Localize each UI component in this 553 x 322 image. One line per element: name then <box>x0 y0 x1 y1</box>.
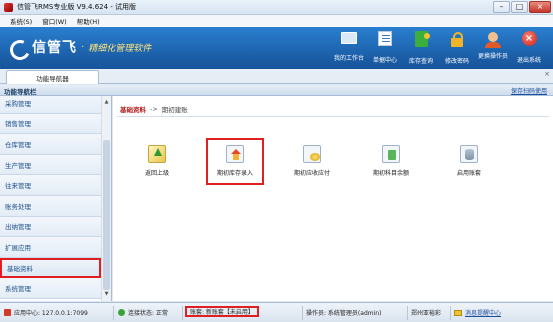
breadcrumb-divider <box>117 116 549 117</box>
header-banner: 信管飞 · 精细化管理软件 我的工作台 单据中心 库存查询 修改密码 更换操作员… <box>0 27 553 69</box>
main-toolbar: 我的工作台 单据中心 库存查询 修改密码 更换操作员 × 退出系统 <box>331 29 547 65</box>
maximize-button[interactable]: □ <box>511 1 528 13</box>
menu-window[interactable]: 窗口(W) <box>42 16 67 26</box>
tile-label: 期初应收应付 <box>293 170 330 177</box>
minimize-button[interactable]: – <box>493 1 510 13</box>
status-message-center[interactable]: 消息提醒中心 <box>454 308 501 317</box>
tile-label: 启用账套 <box>456 170 481 177</box>
back-to-parent-tile[interactable]: 返回上级 <box>130 140 184 182</box>
breadcrumb: 基础资料 -> 期初建账 <box>120 104 188 114</box>
sidebar-item-purchase[interactable]: 采购管理 <box>0 96 101 114</box>
title-bar: 信管飞RMS专业版 V9.4.624 - 试用版 – □ × <box>0 0 553 15</box>
opening-inventory-entry-tile[interactable]: 期初库存录入 <box>206 138 264 185</box>
menu-help[interactable]: 帮助(H) <box>77 16 100 26</box>
brand-name: 信管飞 <box>32 40 77 56</box>
tool-label: 库存查询 <box>408 58 433 65</box>
warehouse-home-icon <box>226 145 244 163</box>
breadcrumb-current: 期初建账 <box>161 106 188 114</box>
nav-header-title: 功能导航栏 <box>4 88 37 96</box>
window-controls: – □ × <box>493 1 551 13</box>
app-center-icon <box>4 309 11 316</box>
status-divider <box>450 306 451 320</box>
scroll-thumb[interactable] <box>103 140 110 290</box>
document-center-button[interactable]: 单据中心 <box>367 29 403 65</box>
change-password-button[interactable]: 修改密码 <box>439 29 475 65</box>
lock-icon <box>451 32 463 47</box>
sidebar-scrollbar[interactable]: ▲ ▼ <box>101 96 111 301</box>
status-divider <box>182 306 183 320</box>
brand-tagline: 精细化管理软件 <box>88 43 152 54</box>
opening-receivables-payables-tile[interactable]: 期初应收应付 <box>285 140 339 182</box>
menu-bar: 系统(S) 窗口(W) 帮助(H) <box>0 15 553 27</box>
opening-account-balance-tile[interactable]: 期初科目余额 <box>364 140 418 182</box>
tile-label: 期初库存录入 <box>216 170 253 177</box>
tile-label: 期初科目余额 <box>372 170 409 177</box>
sidebar-item-production[interactable]: 生产管理 <box>0 154 101 176</box>
inventory-book-icon <box>414 31 430 47</box>
sidebar-item-cashier[interactable]: 出纳管理 <box>0 216 101 238</box>
sidebar-list: 采购管理 销售管理 仓库管理 生产管理 往来管理 账务处理 出纳管理 扩展应用 … <box>0 96 101 299</box>
app-center-text: 应用中心: 127.0.0.1:7099 <box>14 310 88 317</box>
tab-function-navigator[interactable]: 功能导航器 <box>6 70 99 84</box>
sidebar-item-accounts[interactable]: 往来管理 <box>0 175 101 196</box>
inventory-query-button[interactable]: 库存查询 <box>403 29 439 65</box>
tool-label: 更换操作员 <box>477 53 508 60</box>
status-connection: 连接状态: 正常 <box>118 308 168 317</box>
breadcrumb-separator: -> <box>150 105 158 113</box>
coins-icon <box>303 145 321 163</box>
status-operator: 操作员: 系统管理员(admin) <box>306 310 382 317</box>
user-icon <box>485 32 501 48</box>
connection-text: 连接状态: 正常 <box>128 310 168 317</box>
monitor-icon <box>341 32 357 44</box>
nav-header: 功能导航栏 保存扫码使用 <box>0 85 553 96</box>
ledger-doc-icon <box>382 145 400 163</box>
tool-label: 退出系统 <box>516 57 541 64</box>
scan-usage-link[interactable]: 保存扫码使用 <box>511 86 547 95</box>
database-icon <box>460 145 478 163</box>
close-window-button[interactable]: × <box>529 1 551 13</box>
up-arrow-icon <box>148 145 166 163</box>
status-divider <box>113 306 114 320</box>
enable-account-set-tile[interactable]: 启用账套 <box>442 140 496 182</box>
tab-strip: 功能导航器 × <box>0 69 553 84</box>
sidebar: 采购管理 销售管理 仓库管理 生产管理 往来管理 账务处理 出纳管理 扩展应用 … <box>0 96 112 301</box>
sidebar-item-extensions[interactable]: 扩展应用 <box>0 237 101 258</box>
app-logo-icon <box>4 2 13 12</box>
tool-label: 修改密码 <box>444 58 469 65</box>
exit-icon: × <box>521 31 537 46</box>
status-divider <box>302 306 303 320</box>
window-title: 信管飞RMS专业版 V9.4.624 - 试用版 <box>17 3 137 11</box>
brand-dot: · <box>81 41 85 53</box>
tab-label: 功能导航器 <box>36 74 69 83</box>
tile-label: 返回上级 <box>144 170 169 177</box>
message-icon <box>454 309 462 316</box>
sidebar-item-system[interactable]: 系统管理 <box>0 278 101 299</box>
scroll-down-icon[interactable]: ▼ <box>102 290 111 299</box>
switch-operator-button[interactable]: 更换操作员 <box>475 29 511 65</box>
exit-system-button[interactable]: × 退出系统 <box>511 29 547 65</box>
status-location: 郑州亚裕彩 <box>411 310 442 317</box>
document-list-icon <box>378 31 392 46</box>
breadcrumb-root[interactable]: 基础资料 <box>120 104 146 114</box>
status-divider <box>407 306 408 320</box>
menu-system[interactable]: 系统(S) <box>10 16 32 26</box>
scroll-up-icon[interactable]: ▲ <box>102 98 111 107</box>
status-account-set: 账套: 新账套【未启用】 <box>185 306 259 317</box>
brand-mark-icon <box>8 38 30 56</box>
brand-logo: 信管飞 · 精细化管理软件 <box>8 37 151 57</box>
status-app-center: 应用中心: 127.0.0.1:7099 <box>4 308 88 317</box>
main-panel: 基础资料 -> 期初建账 返回上级 期初库存录入 期初应收应付 期初科目余额 启… <box>113 96 553 301</box>
tool-label: 单据中心 <box>372 57 397 64</box>
sidebar-item-basic-data[interactable]: 基础资料 <box>0 257 101 279</box>
status-bar: 应用中心: 127.0.0.1:7099 连接状态: 正常 账套: 新账套【未启… <box>0 302 553 322</box>
sidebar-item-warehouse[interactable]: 仓库管理 <box>0 134 101 155</box>
message-center-link[interactable]: 消息提醒中心 <box>465 308 501 317</box>
sidebar-item-bookkeeping[interactable]: 账务处理 <box>0 195 101 217</box>
connection-ok-icon <box>118 309 125 316</box>
sidebar-item-sales[interactable]: 销售管理 <box>0 113 101 135</box>
tool-label: 我的工作台 <box>333 55 364 62</box>
workbench-button[interactable]: 我的工作台 <box>331 29 367 65</box>
close-tab-icon[interactable]: × <box>544 70 550 78</box>
